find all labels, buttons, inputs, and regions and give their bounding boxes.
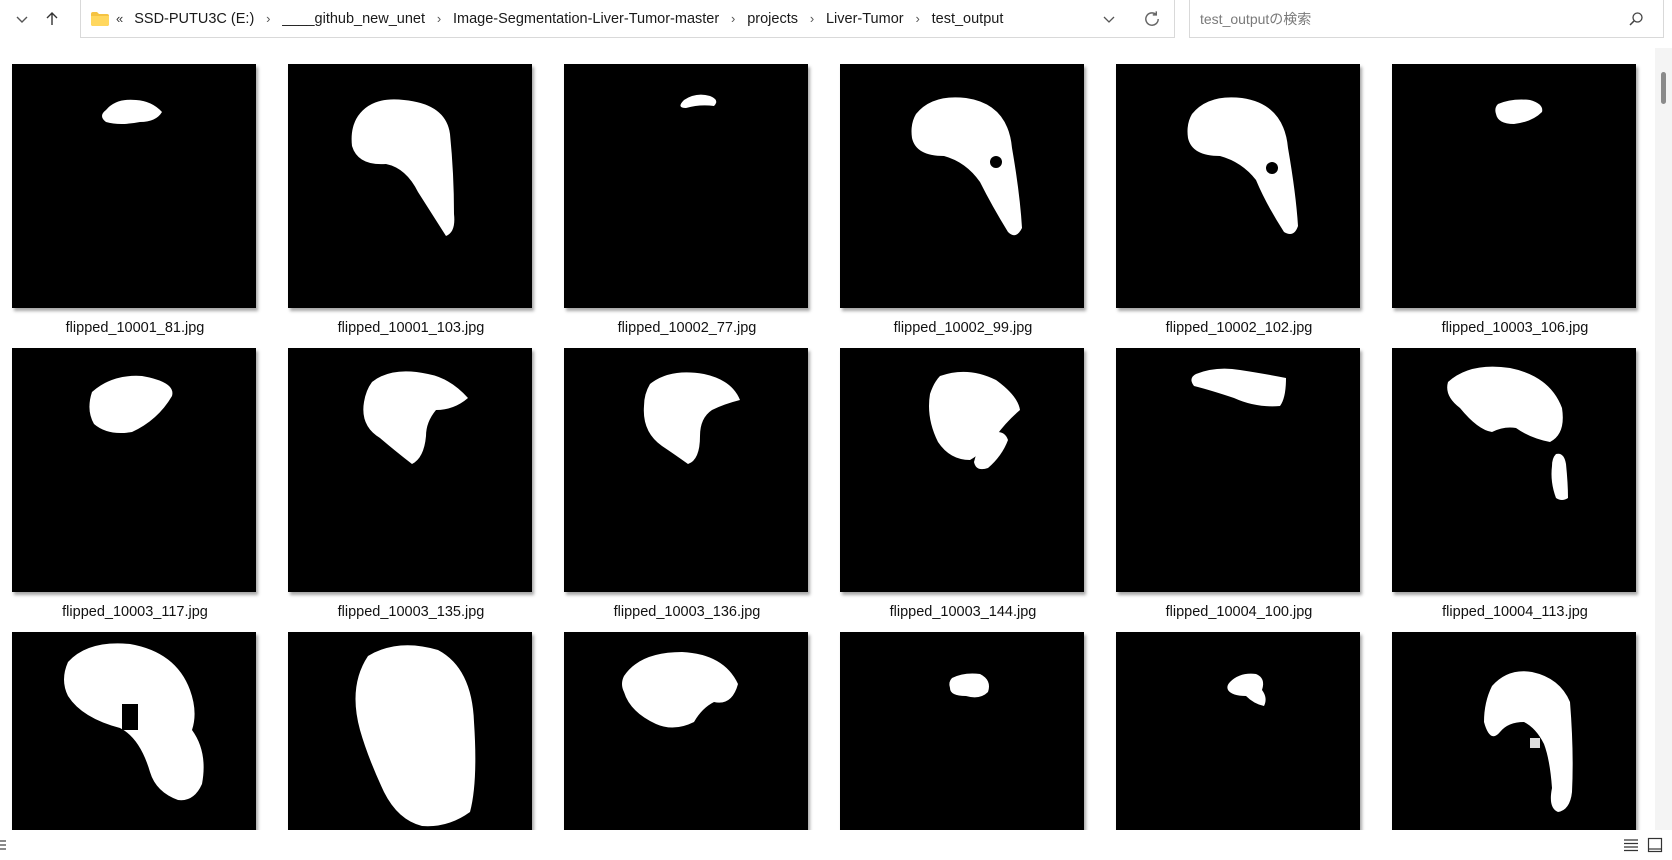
thumbnail-image xyxy=(840,64,1084,308)
thumbnail-image xyxy=(12,632,256,830)
file-tile[interactable]: flipped_10001_81.jpg xyxy=(0,48,260,336)
file-tile[interactable]: flipped_10003_135.jpg xyxy=(276,332,536,620)
up-button[interactable] xyxy=(39,6,65,32)
thumbnail-image xyxy=(1116,632,1360,830)
status-bar xyxy=(0,830,1672,860)
details-view-button[interactable] xyxy=(1623,837,1639,853)
file-tile[interactable] xyxy=(0,616,260,830)
thumbnail-image xyxy=(564,64,808,308)
vertical-scrollbar[interactable] xyxy=(1655,48,1672,830)
breadcrumb-separator[interactable]: › xyxy=(427,11,451,26)
details-view-icon xyxy=(1624,839,1638,852)
recent-locations-button[interactable] xyxy=(9,6,35,32)
thumbnail-image xyxy=(1116,64,1360,308)
file-tile[interactable]: flipped_10002_99.jpg xyxy=(828,48,1088,336)
file-tile[interactable]: flipped_10004_113.jpg xyxy=(1380,332,1640,620)
search-icon xyxy=(1627,10,1645,28)
file-tile[interactable]: flipped_10003_117.jpg xyxy=(0,332,260,620)
thumbnail-image xyxy=(564,348,808,592)
breadcrumb-projects[interactable]: projects xyxy=(745,11,800,27)
breadcrumb-github-folder[interactable]: ____github_new_unet xyxy=(280,11,427,27)
search-input[interactable] xyxy=(1200,10,1620,27)
thumbnail-image xyxy=(840,632,1084,830)
file-tile[interactable]: flipped_10002_77.jpg xyxy=(552,48,812,336)
refresh-button[interactable] xyxy=(1139,6,1165,32)
address-history-button[interactable] xyxy=(1096,6,1122,32)
navigation-bar: « SSD-PUTU3C (E:) › ____github_new_unet … xyxy=(0,0,1672,46)
thumbnail-image xyxy=(1392,64,1636,308)
file-tile[interactable] xyxy=(552,616,812,830)
thumbnail-image xyxy=(12,64,256,308)
thumbnail-image xyxy=(840,348,1084,592)
large-icons-view-button[interactable] xyxy=(1647,837,1663,853)
thumbnail-image xyxy=(288,64,532,308)
file-tile[interactable]: flipped_10001_103.jpg xyxy=(276,48,536,336)
file-tile[interactable]: flipped_10003_136.jpg xyxy=(552,332,812,620)
breadcrumb-liver-tumor[interactable]: Liver-Tumor xyxy=(824,11,906,27)
file-view[interactable]: flipped_10001_81.jpg flipped_10001_103.j… xyxy=(0,48,1655,830)
file-tile[interactable]: flipped_10004_100.jpg xyxy=(1104,332,1364,620)
file-tile[interactable]: flipped_10002_102.jpg xyxy=(1104,48,1364,336)
search-box[interactable] xyxy=(1189,0,1664,38)
address-bar[interactable]: « SSD-PUTU3C (E:) › ____github_new_unet … xyxy=(80,0,1175,38)
large-icons-view-icon xyxy=(1647,837,1663,853)
status-edge-icon xyxy=(0,838,10,852)
file-tile[interactable] xyxy=(828,616,1088,830)
thumbnail-image xyxy=(1392,632,1636,830)
breadcrumb-drive[interactable]: SSD-PUTU3C (E:) xyxy=(132,11,256,27)
chevron-down-icon xyxy=(16,16,28,23)
up-arrow-icon xyxy=(46,12,58,25)
breadcrumb-project-folder[interactable]: Image-Segmentation-Liver-Tumor-master xyxy=(451,11,721,27)
thumbnail-image xyxy=(1392,348,1636,592)
file-tile[interactable]: flipped_10003_106.jpg xyxy=(1380,48,1640,336)
file-tile[interactable]: flipped_10003_144.jpg xyxy=(828,332,1088,620)
refresh-icon xyxy=(1145,11,1159,26)
overflow-crumb-button[interactable]: « xyxy=(116,11,123,26)
breadcrumb-separator[interactable]: › xyxy=(721,11,745,26)
breadcrumb-separator[interactable]: › xyxy=(906,11,930,26)
breadcrumb-separator[interactable]: › xyxy=(800,11,824,26)
chevron-down-icon xyxy=(1103,16,1115,23)
thumbnail-image xyxy=(1116,348,1360,592)
breadcrumb: SSD-PUTU3C (E:) › ____github_new_unet › … xyxy=(132,11,1005,27)
folder-icon xyxy=(91,11,109,26)
file-tile[interactable] xyxy=(1380,616,1640,830)
breadcrumb-test-output[interactable]: test_output xyxy=(930,11,1006,27)
breadcrumb-separator[interactable]: › xyxy=(256,11,280,26)
thumbnail-image xyxy=(288,348,532,592)
file-tile[interactable] xyxy=(276,616,536,830)
scrollbar-thumb[interactable] xyxy=(1661,72,1666,104)
thumbnail-image xyxy=(12,348,256,592)
thumbnail-image xyxy=(288,632,532,830)
file-tile[interactable] xyxy=(1104,616,1364,830)
thumbnail-image xyxy=(564,632,808,830)
